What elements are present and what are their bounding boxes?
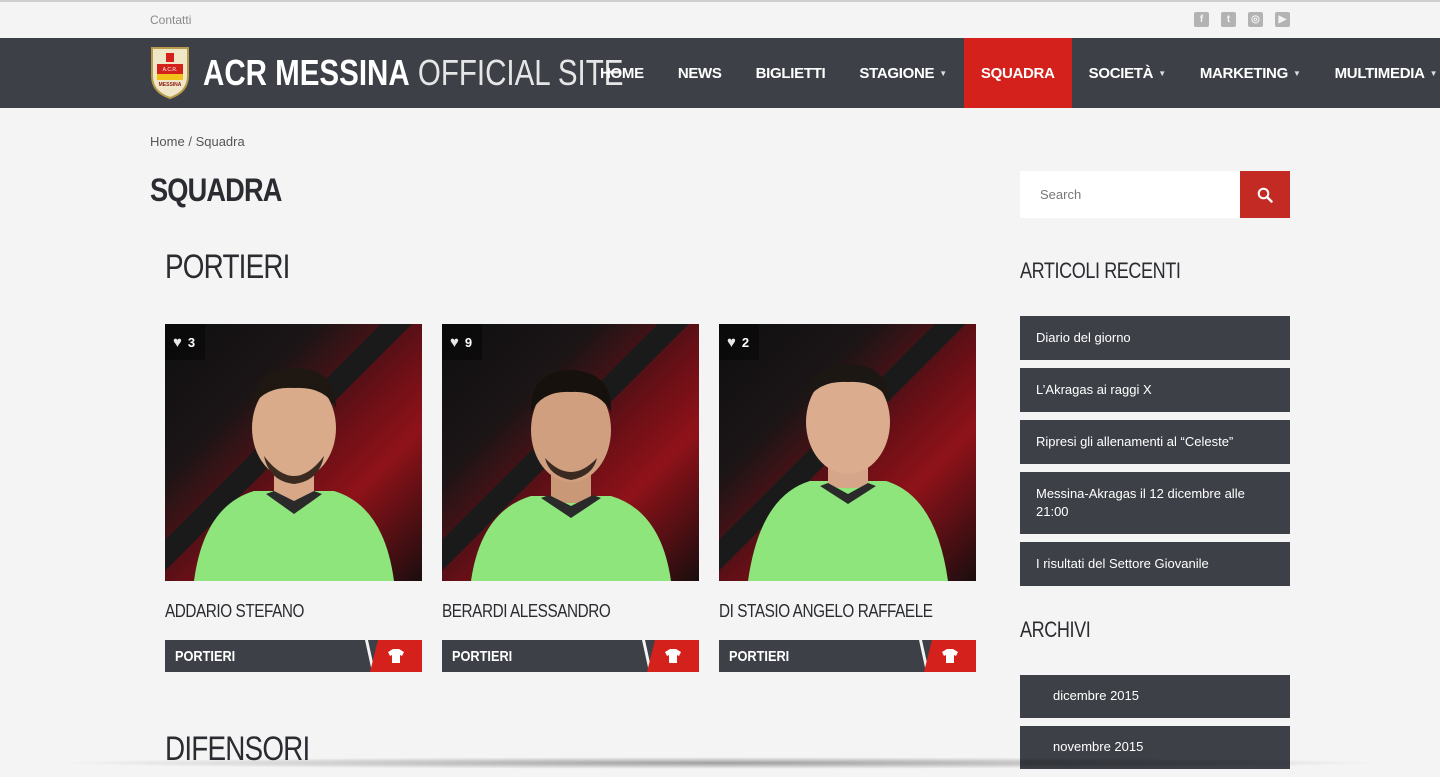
logo-top-text: A.C.R. xyxy=(163,67,178,73)
player-role: PORTIERI xyxy=(729,648,790,665)
site-brand[interactable]: ACR MESSINA OFFICIAL SITE xyxy=(203,52,623,94)
player-name[interactable]: ADDARIO STEFANO xyxy=(165,601,383,622)
search-icon xyxy=(1257,187,1273,203)
heart-icon: ♥ xyxy=(450,333,459,351)
like-count: 2 xyxy=(741,334,750,350)
window-shadow xyxy=(50,757,1390,769)
player-role: PORTIERI xyxy=(175,648,236,665)
club-logo[interactable]: A.C.R. MESSINA xyxy=(150,46,190,100)
breadcrumb-home[interactable]: Home xyxy=(150,134,185,149)
player-role: PORTIERI xyxy=(452,648,513,665)
player-photo[interactable]: ♥ 9 xyxy=(442,324,699,581)
breadcrumb-current: Squadra xyxy=(195,134,245,149)
caret-down-icon: ▼ xyxy=(1429,68,1438,78)
player-image xyxy=(193,368,394,581)
top-bar: Contatti f t ◎ ▶ xyxy=(0,0,1440,38)
social-links: f t ◎ ▶ xyxy=(1194,12,1290,27)
nav-stagione[interactable]: STAGIONE ▼ xyxy=(842,38,963,108)
nav-biglietti[interactable]: BIGLIETTI xyxy=(739,38,843,108)
brand-bold: ACR MESSINA xyxy=(203,52,410,93)
nav-multimedia[interactable]: MULTIMEDIA ▼ xyxy=(1318,38,1440,108)
recent-article-item[interactable]: I risultati del Settore Giovanile xyxy=(1020,542,1290,586)
search-button[interactable] xyxy=(1240,171,1290,218)
like-badge[interactable]: ♥ 9 xyxy=(442,324,483,360)
breadcrumb-separator: / xyxy=(188,134,192,149)
player-photo[interactable]: ♥ 2 xyxy=(719,324,976,581)
archive-item[interactable]: dicembre 2015 xyxy=(1020,675,1290,718)
breadcrumb: Home / Squadra xyxy=(150,134,245,149)
search-input[interactable] xyxy=(1020,171,1240,218)
nav-news[interactable]: NEWS xyxy=(661,38,739,108)
caret-down-icon: ▼ xyxy=(1292,68,1301,78)
player-image xyxy=(470,370,671,581)
caret-down-icon: ▼ xyxy=(1158,68,1166,78)
player-card[interactable]: ♥ 2 DI STASIO ANGELO RAFFAELE PORTIERI xyxy=(719,324,976,672)
site-header: A.C.R. MESSINA ACR MESSINA OFFICIAL SITE… xyxy=(0,38,1440,108)
role-bar[interactable]: PORTIERI xyxy=(165,640,422,672)
page-title: SQUADRA xyxy=(150,172,282,208)
section-title-portieri: PORTIERI xyxy=(165,248,290,286)
player-card[interactable]: ♥ 9 BERARDI ALESSANDRO PORTIERI xyxy=(442,324,699,672)
nav-marketing[interactable]: MARKETING ▼ xyxy=(1183,38,1318,108)
nav-home[interactable]: HOME xyxy=(583,38,661,108)
logo-bottom-text: MESSINA xyxy=(159,82,182,88)
nav-squadra[interactable]: SQUADRA xyxy=(963,38,1072,108)
contact-link[interactable]: Contatti xyxy=(150,13,191,27)
heart-icon: ♥ xyxy=(727,333,736,351)
recent-articles-list: Diario del giorno L’Akragas ai raggi X R… xyxy=(1020,316,1290,594)
recent-article-item[interactable]: Messina-Akragas il 12 dicembre alle 21:0… xyxy=(1020,472,1290,534)
player-card[interactable]: ♥ 3 ADDARIO STEFANO PORTIERI xyxy=(165,324,422,672)
player-name[interactable]: BERARDI ALESSANDRO xyxy=(442,601,660,622)
player-image xyxy=(747,364,948,581)
twitter-icon[interactable]: t xyxy=(1221,12,1236,27)
caret-down-icon: ▼ xyxy=(939,68,947,78)
archives-title: ARCHIVI xyxy=(1020,617,1091,642)
like-badge[interactable]: ♥ 3 xyxy=(165,324,206,360)
heart-icon: ♥ xyxy=(173,333,182,351)
shirt-icon[interactable] xyxy=(924,640,976,672)
recent-articles-title: ARTICOLI RECENTI xyxy=(1020,258,1181,283)
youtube-icon[interactable]: ▶ xyxy=(1275,12,1290,27)
shirt-icon[interactable] xyxy=(647,640,699,672)
like-badge[interactable]: ♥ 2 xyxy=(719,324,760,360)
shirt-icon[interactable] xyxy=(370,640,422,672)
instagram-icon[interactable]: ◎ xyxy=(1248,12,1263,27)
recent-article-item[interactable]: Diario del giorno xyxy=(1020,316,1290,360)
nav-societa[interactable]: SOCIETÀ ▼ xyxy=(1072,38,1183,108)
like-count: 3 xyxy=(187,334,196,350)
recent-article-item[interactable]: L’Akragas ai raggi X xyxy=(1020,368,1290,412)
search-form xyxy=(1020,171,1290,218)
role-bar[interactable]: PORTIERI xyxy=(719,640,976,672)
main-nav: HOME NEWS BIGLIETTI STAGIONE ▼ SQUADRA SO… xyxy=(583,38,1440,108)
like-count: 9 xyxy=(464,334,473,350)
facebook-icon[interactable]: f xyxy=(1194,12,1209,27)
recent-article-item[interactable]: Ripresi gli allenamenti al “Celeste” xyxy=(1020,420,1290,464)
role-bar[interactable]: PORTIERI xyxy=(442,640,699,672)
player-name[interactable]: DI STASIO ANGELO RAFFAELE xyxy=(719,601,937,622)
player-photo[interactable]: ♥ 3 xyxy=(165,324,422,581)
